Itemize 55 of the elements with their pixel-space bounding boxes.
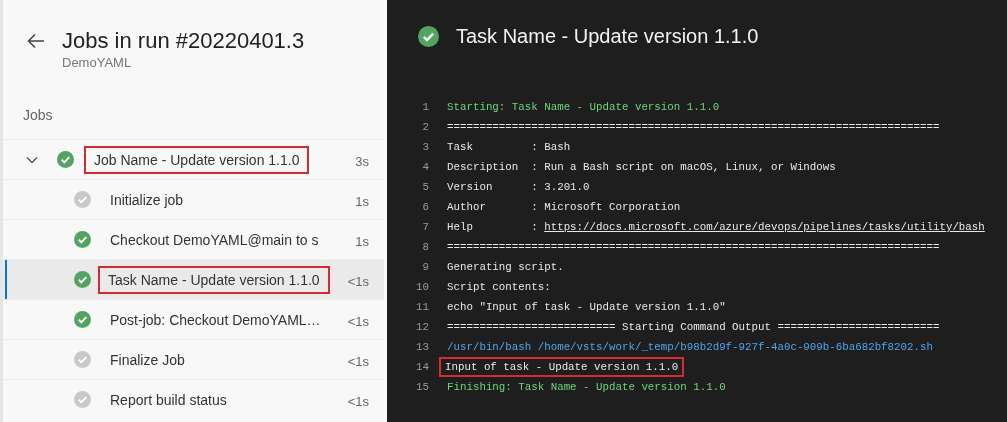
step-duration: 1s (355, 232, 369, 251)
log-line: /usr/bin/bash /home/vsts/work/_temp/b98b2d9f-927f-4a0c-909b-6ba682bf8202.sh (446, 340, 934, 355)
log-line: Task : Bash (446, 140, 572, 155)
help-link[interactable]: https://docs.microsoft.com/azure/devops/pipelines/tasks/utility/bash (544, 221, 985, 233)
page-title: Jobs in run #20220401.3 (62, 28, 305, 54)
step-duration: <1s (347, 272, 369, 291)
log-line: Description : Run a Bash script on macOS, Linux, or Windows (446, 160, 837, 175)
log-line: Version : 3.201.0 (446, 180, 591, 195)
job-name: Job Name - Update version 1.1.0 (84, 145, 310, 174)
step-name: Finalize Job (109, 350, 186, 370)
log-line: Author : Microsoft Corporation (446, 200, 682, 215)
step-row[interactable]: Initialize job 1s (3, 179, 384, 219)
step-name: Initialize job (109, 190, 185, 210)
log-line: echo "Input of task - Update version 1.1.0" (446, 300, 727, 315)
line-number: 6 (421, 199, 429, 215)
log-line: ============================================================================ (446, 120, 941, 135)
line-number: 9 (421, 259, 429, 275)
log-line: ========================== Starting Command Output ========================= (446, 320, 941, 335)
step-duration: <1s (347, 352, 369, 371)
line-number: 1 (421, 99, 429, 115)
log-line: Help : https://docs.microsoft.com/azure/devops/pipelines/tasks/utility/bash (446, 220, 986, 235)
line-number: 10 (415, 279, 429, 295)
line-number: 15 (415, 379, 429, 395)
step-duration: 1s (355, 192, 369, 211)
log-line: Starting: Task Name - Update version 1.1.0 (446, 100, 721, 115)
line-number: 8 (421, 239, 429, 255)
log-title: Task Name - Update version 1.1.0 (456, 24, 759, 49)
step-duration: <1s (347, 392, 369, 411)
line-number: 13 (415, 339, 429, 355)
step-name: Post-job: Checkout DemoYAML… (109, 310, 322, 330)
step-row[interactable]: Finalize Job <1s (3, 339, 384, 379)
log-line: Script contents: (446, 280, 552, 295)
step-name: Checkout DemoYAML@main to s (109, 230, 320, 250)
section-label: Jobs (23, 106, 54, 125)
line-number: 7 (421, 219, 429, 235)
line-number: 11 (415, 299, 429, 315)
job-duration: 3s (355, 152, 369, 171)
line-number: 14 (415, 359, 429, 375)
step-row[interactable]: Post-job: Checkout DemoYAML… <1s (3, 299, 384, 339)
page-subtitle: DemoYAML (62, 54, 133, 72)
log-line: Generating script. (446, 260, 565, 275)
line-number: 5 (421, 179, 429, 195)
step-name: Report build status (109, 390, 228, 410)
log-line: ============================================================================ (446, 240, 941, 255)
step-row[interactable]: Task Name - Update version 1.1.0 <1s (3, 259, 384, 299)
log-line: Finishing: Task Name - Update version 1.1.0 (446, 380, 727, 395)
back-arrow-icon[interactable] (27, 33, 45, 49)
line-number: 12 (415, 319, 429, 335)
job-row[interactable]: Job Name - Update version 1.1.0 3s (3, 139, 384, 179)
line-number: 4 (421, 159, 429, 175)
step-name: Task Name - Update version 1.1.0 (98, 265, 330, 294)
line-number: 3 (421, 139, 429, 155)
step-row[interactable]: Report build status <1s (3, 379, 384, 419)
line-number: 2 (421, 119, 429, 135)
step-duration: <1s (347, 312, 369, 331)
